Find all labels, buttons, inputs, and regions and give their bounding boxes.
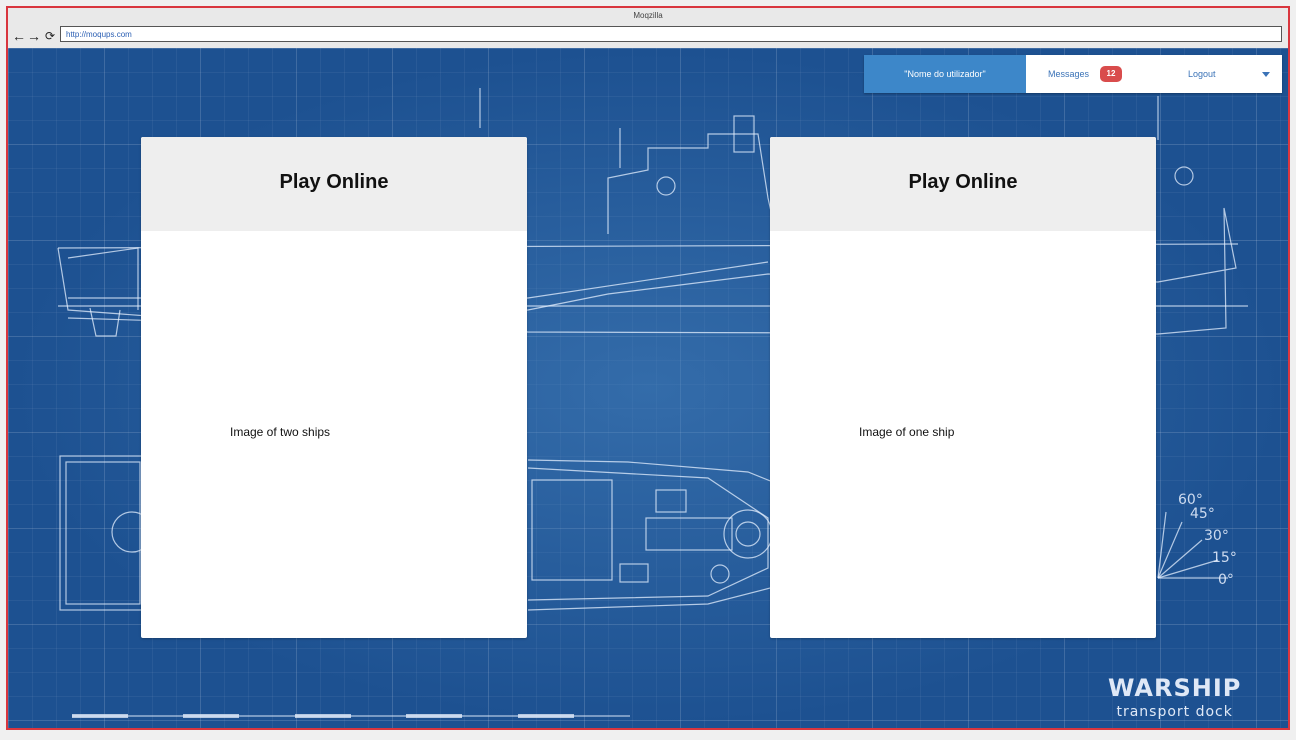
logo-subtitle: transport dock [1116, 704, 1233, 720]
angle-mark: 45° [1190, 506, 1215, 522]
warship-logo: WARSHIP transport dock [1108, 674, 1241, 720]
angle-mark: 0° [1218, 572, 1234, 588]
card-title[interactable]: Play Online [770, 171, 1156, 194]
logout-dropdown[interactable]: Logout [1132, 55, 1282, 93]
logo-title: WARSHIP [1108, 674, 1242, 702]
back-arrow-icon[interactable]: ← [12, 28, 26, 44]
messages-label: Messages [1048, 69, 1090, 79]
play-online-card-one-ship[interactable]: Play Online Image of one ship [770, 137, 1156, 638]
forward-arrow-icon[interactable]: → [27, 28, 41, 44]
card-header: Play Online [141, 137, 527, 231]
user-bar: "Nome do utilizador" Messages 12 Logout [864, 55, 1282, 93]
page-viewport: 60° 45° 30° 15° 0° "Nome do utilizador" … [8, 48, 1288, 728]
card-header: Play Online [770, 137, 1156, 231]
messages-count-badge: 12 [1100, 66, 1122, 82]
browser-toolbar: ← → ⟳ http://moqups.com [8, 24, 1288, 48]
ship-image-placeholder: Image of one ship [859, 425, 955, 439]
chevron-down-icon[interactable] [1262, 72, 1270, 77]
ship-image-placeholder: Image of two ships [230, 425, 331, 439]
card-title[interactable]: Play Online [141, 171, 527, 194]
messages-link[interactable]: Messages 12 [1026, 55, 1132, 93]
browser-window: Moqzilla ← → ⟳ http://moqups.com 60° 45°… [6, 6, 1290, 730]
address-bar[interactable]: http://moqups.com [60, 26, 1282, 42]
window-title: Moqzilla [633, 11, 663, 20]
play-online-card-two-ships[interactable]: Play Online Image of two ships [141, 137, 527, 638]
angle-mark: 30° [1204, 528, 1229, 544]
user-name-button[interactable]: "Nome do utilizador" [864, 55, 1026, 93]
logout-label: Logout [1188, 69, 1216, 79]
reload-icon[interactable]: ⟳ [43, 28, 57, 44]
angle-mark: 15° [1212, 550, 1237, 566]
